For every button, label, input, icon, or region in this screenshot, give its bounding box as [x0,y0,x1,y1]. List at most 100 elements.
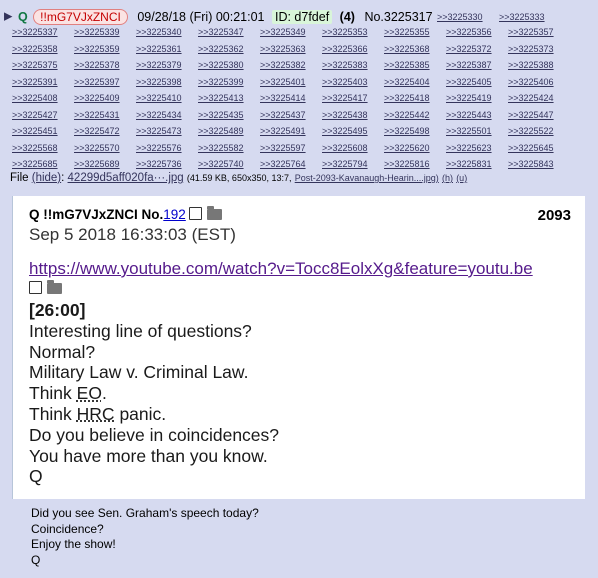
backlink[interactable]: >>3225685 [12,159,58,169]
backlink[interactable]: >>3225380 [198,60,244,70]
backlink[interactable]: >>3225418 [384,93,430,103]
backlink[interactable]: >>3225447 [508,110,554,120]
backlink[interactable]: >>3225388 [508,60,554,70]
backlink[interactable]: >>3225623 [446,143,492,153]
drop-signature: Q [29,466,43,487]
backlink[interactable]: >>3225397 [74,77,120,87]
post-number-link[interactable]: No.3225317 [364,10,432,24]
backlink[interactable]: >>3225337 [12,27,58,37]
backlink[interactable]: >>3225427 [12,110,58,120]
file-name-link[interactable]: 42299d5aff020fa···.jpg [68,172,184,184]
backlink[interactable]: >>3225597 [260,143,306,153]
backlink[interactable]: >>3225424 [508,93,554,103]
file-u-link[interactable]: (u) [456,173,467,183]
backlink[interactable]: >>3225385 [384,60,430,70]
backlink[interactable]: >>3225355 [384,27,430,37]
backlink[interactable]: >>3225353 [322,27,368,37]
backlink[interactable]: >>3225645 [508,143,554,153]
backlink[interactable]: >>3225358 [12,44,58,54]
backlink[interactable]: >>3225406 [508,77,554,87]
post-image[interactable]: Q !!mG7VJxZNCI No.192 2093 Sep 5 2018 16… [12,196,585,499]
backlink[interactable]: >>3225405 [446,77,492,87]
backlink[interactable]: >>3225413 [198,93,244,103]
poster-id[interactable]: ID: d7fdef [271,9,333,24]
backlink[interactable]: >>3225347 [198,27,244,37]
backlink[interactable]: >>3225419 [446,93,492,103]
drop-url: https://www.youtube.com/watch?v=Tocc8Eol… [29,259,533,278]
backlink[interactable]: >>3225491 [260,126,306,136]
backlink[interactable]: >>3225414 [260,93,306,103]
backlink[interactable]: >>3225408 [12,93,58,103]
backlink[interactable]: >>3225409 [74,93,120,103]
backlink[interactable]: >>3225379 [136,60,182,70]
backlink[interactable]: >>3225451 [12,126,58,136]
backlink[interactable]: >>3225816 [384,159,430,169]
backlink[interactable]: >>3225568 [12,143,58,153]
message-line: Did you see Sen. Graham's speech today? [31,506,259,520]
backlink[interactable]: >>3225361 [136,44,182,54]
backlink[interactable]: >>3225401 [260,77,306,87]
backlink[interactable]: >>3225410 [136,93,182,103]
backlink[interactable]: >>3225764 [260,159,306,169]
backlink[interactable]: >>3225339 [74,27,120,37]
backlink[interactable]: >>3225434 [136,110,182,120]
backlink[interactable]: >>3225489 [198,126,244,136]
backlink[interactable]: >>3225582 [198,143,244,153]
url-icons [29,280,62,298]
backlink[interactable]: >>3225399 [198,77,244,87]
backlink[interactable]: >>3225356 [446,27,492,37]
backlink[interactable]: >>3225843 [508,159,554,169]
backlink[interactable]: >>3225340 [136,27,182,37]
backlink[interactable]: >>3225357 [508,27,554,37]
file-h-link[interactable]: (h) [442,173,453,183]
backlink[interactable]: >>3225378 [74,60,120,70]
backlink[interactable]: >>3225443 [446,110,492,120]
post-header: ▶ Q !!mG7VJxZNCI 09/28/18 (Fri) 00:21:01… [4,7,433,25]
backlink[interactable]: >>3225404 [384,77,430,87]
backlink[interactable]: >>3225794 [322,159,368,169]
backlink[interactable]: >>3225330 [437,12,483,22]
backlink[interactable]: >>3225570 [74,143,120,153]
backlink[interactable]: >>3225473 [136,126,182,136]
backlink[interactable]: >>3225438 [322,110,368,120]
external-link-icon [188,207,202,220]
file-original-name[interactable]: Post-2093-Kavanaugh-Hearin....jpg) [295,173,439,183]
backlink[interactable]: >>3225349 [260,27,306,37]
backlink[interactable]: >>3225495 [322,126,368,136]
backlink[interactable]: >>3225398 [136,77,182,87]
file-hide-link[interactable]: (hide) [32,172,61,184]
backlink[interactable]: >>3225417 [322,93,368,103]
backlink[interactable]: >>3225689 [74,159,120,169]
backlink[interactable]: >>3225373 [508,44,554,54]
backlink[interactable]: >>3225382 [260,60,306,70]
backlink[interactable]: >>3225501 [446,126,492,136]
backlink[interactable]: >>3225522 [508,126,554,136]
file-meta: (41.59 KB, 650x350, 13:7, [186,173,292,183]
backlink[interactable]: >>3225362 [198,44,244,54]
backlink[interactable]: >>3225403 [322,77,368,87]
tripcode[interactable]: !!mG7VJxZNCI [33,8,128,25]
backlink[interactable]: >>3225437 [260,110,306,120]
backlink[interactable]: >>3225368 [384,44,430,54]
backlink[interactable]: >>3225333 [499,12,545,22]
backlink[interactable]: >>3225372 [446,44,492,54]
backlink[interactable]: >>3225363 [260,44,306,54]
backlink[interactable]: >>3225576 [136,143,182,153]
backlink[interactable]: >>3225375 [12,60,58,70]
post-menu-arrow-icon[interactable]: ▶ [4,11,12,23]
backlink[interactable]: >>3225387 [446,60,492,70]
backlink[interactable]: >>3225366 [322,44,368,54]
backlink[interactable]: >>3225736 [136,159,182,169]
backlink[interactable]: >>3225831 [446,159,492,169]
backlink[interactable]: >>3225435 [198,110,244,120]
backlink[interactable]: >>3225359 [74,44,120,54]
backlink[interactable]: >>3225431 [74,110,120,120]
backlink[interactable]: >>3225620 [384,143,430,153]
backlink[interactable]: >>3225383 [322,60,368,70]
backlink[interactable]: >>3225608 [322,143,368,153]
backlink[interactable]: >>3225498 [384,126,430,136]
backlink[interactable]: >>3225442 [384,110,430,120]
backlink[interactable]: >>3225391 [12,77,58,87]
backlink[interactable]: >>3225740 [198,159,244,169]
backlink[interactable]: >>3225472 [74,126,120,136]
